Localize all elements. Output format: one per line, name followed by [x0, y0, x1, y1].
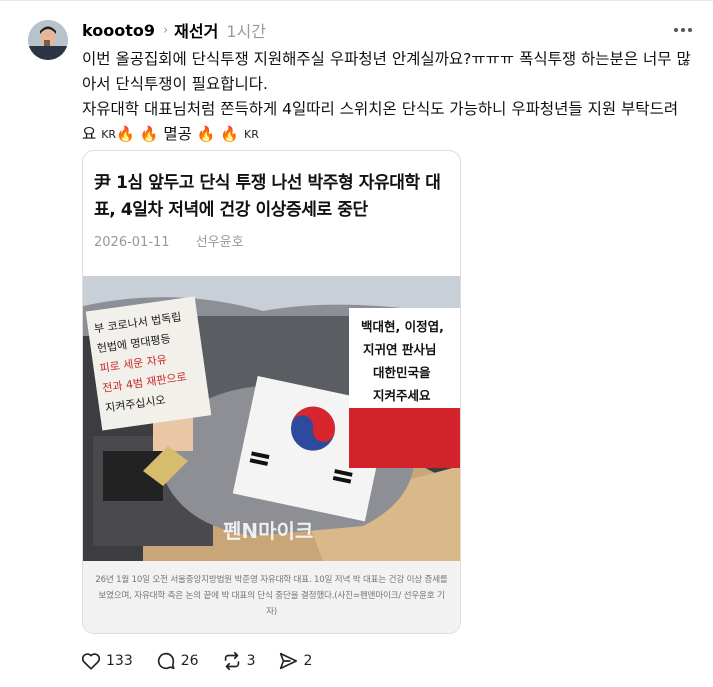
right-sign-line-2: 지귀연 판사님: [363, 342, 436, 357]
share-button[interactable]: 2: [277, 650, 312, 672]
flag-kr-text: KR: [101, 128, 117, 141]
post-time: 1시간: [226, 22, 266, 41]
card-date: 2026-01-11: [94, 235, 170, 250]
send-icon: [280, 652, 298, 670]
topic-tag[interactable]: 재선거: [174, 18, 218, 42]
right-sign-line-4: 지켜주세요: [373, 388, 431, 403]
chevron-right-icon: ›: [162, 22, 169, 38]
post-header: koooto9 › 재선거 1시간: [82, 18, 266, 42]
more-options-button[interactable]: [670, 18, 696, 42]
dot-icon: [674, 28, 678, 32]
dot-icon: [688, 28, 692, 32]
username[interactable]: koooto9: [82, 21, 155, 40]
repost-button[interactable]: 3: [221, 650, 256, 672]
photo-watermark: 펜N마이크: [223, 519, 313, 543]
photo-caption-area: 26년 1월 10일 오전 서울중앙지방법원 박준영 자유대학 대표. 10일 …: [83, 561, 460, 633]
comment-count: 26: [180, 653, 199, 669]
flag-kr-text: KR: [244, 128, 259, 141]
emoji-word: 멸공: [163, 125, 192, 143]
avatar[interactable]: [28, 20, 68, 60]
post-body: 이번 올공집회에 단식투쟁 지원해주실 우파청년 안계실까요?ㅠㅠㅠ 폭식투쟁 …: [82, 47, 692, 147]
dot-icon: [681, 28, 685, 32]
fire-icon: 🔥: [220, 125, 240, 143]
right-sign-line-3: 대한민국을: [373, 365, 431, 380]
card-meta: 2026-01-11 선우윤호: [94, 231, 244, 250]
card-title[interactable]: 尹 1심 앞두고 단식 투쟁 나선 박주형 자유대학 대표, 4일차 저녁에 건…: [94, 170, 449, 224]
card-author: 선우윤호: [195, 235, 244, 250]
right-sign-line-1: 백대현, 이정엽,: [361, 319, 444, 334]
photo-caption: 26년 1월 10일 오전 서울중앙지방법원 박준영 자유대학 대표. 10일 …: [95, 575, 448, 617]
like-count: 133: [106, 653, 133, 669]
news-photo[interactable]: 부 코로나서 법독립 헌법에 명대평등 피로 세운 자유 전과 4범 재판으로 …: [83, 276, 460, 561]
comment-icon: [157, 652, 175, 670]
link-card[interactable]: 尹 1심 앞두고 단식 투쟁 나선 박주형 자유대학 대표, 4일차 저녁에 건…: [82, 150, 461, 634]
heart-icon: [81, 653, 101, 670]
repost-icon: [224, 651, 239, 671]
post-line-2: 자유대학 대표님처럼 쫀득하게 4일따리 스위치온 단식도 가능하니 우파청년들…: [82, 97, 692, 147]
repost-count: 3: [246, 653, 256, 669]
like-button[interactable]: 133: [80, 650, 133, 672]
top-divider: [0, 0, 713, 1]
action-bar: 133 26 3 2: [80, 650, 334, 672]
post-line-1: 이번 올공집회에 단식투쟁 지원해주실 우파청년 안계실까요?ㅠㅠㅠ 폭식투쟁 …: [82, 50, 691, 93]
fire-icon: 🔥: [116, 125, 135, 143]
share-count: 2: [303, 653, 313, 669]
comment-button[interactable]: 26: [155, 650, 199, 672]
fire-icon: 🔥: [196, 125, 216, 143]
fire-icon: 🔥: [139, 125, 159, 143]
